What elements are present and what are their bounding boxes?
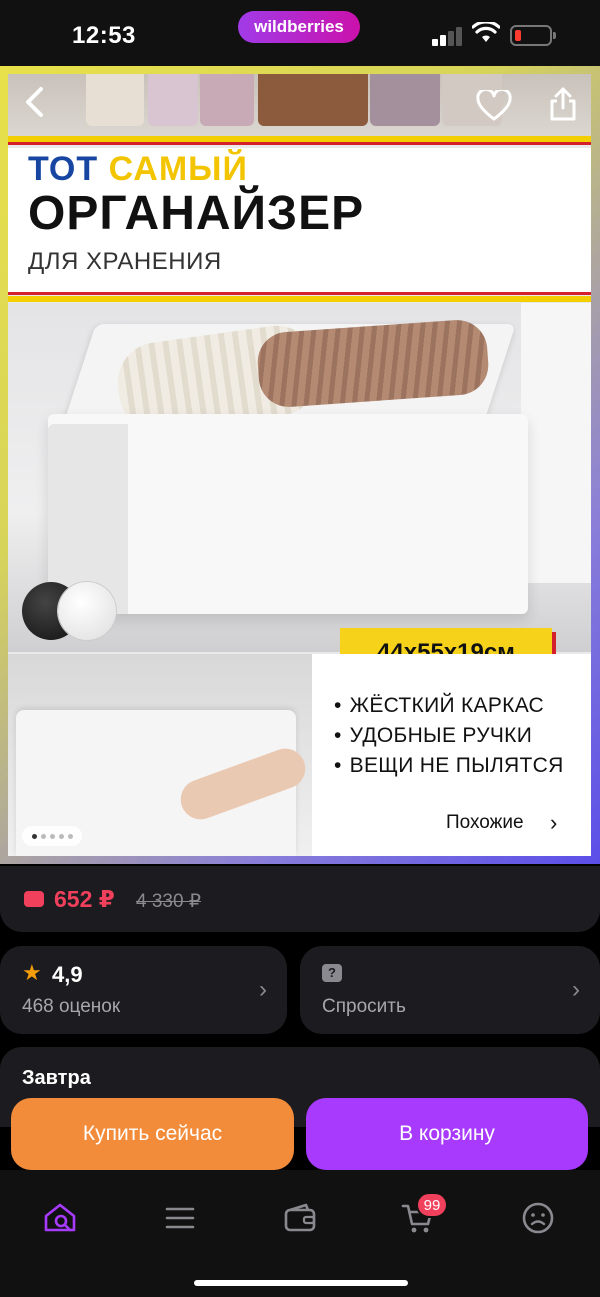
status-bar: 12:53 wildberries <box>0 0 600 66</box>
product-subtitle-text: ДЛЯ ХРАНЕНИЯ <box>28 248 222 275</box>
rating-value: 4,9 <box>52 962 83 987</box>
tab-bar: 99 <box>0 1170 600 1297</box>
back-button[interactable] <box>22 86 46 127</box>
rating-count: 468 оценок <box>22 996 121 1017</box>
chevron-right-icon: › <box>259 976 267 1003</box>
chevron-right-icon: › <box>550 810 558 835</box>
share-button[interactable] <box>548 86 578 127</box>
profile-icon <box>522 1202 554 1234</box>
star-icon: ★ <box>22 960 42 985</box>
ask-label: Спросить <box>322 996 406 1017</box>
knit-sweater-brown <box>255 318 491 409</box>
share-icon <box>550 87 576 121</box>
wifi-icon <box>472 22 500 42</box>
feature-item: ВЕЩИ НЕ ПЫЛЯТСЯ <box>334 754 564 778</box>
similar-link[interactable]: Похожие <box>446 812 524 834</box>
current-price: 652 ₽ <box>54 886 115 912</box>
catalog-icon <box>165 1207 195 1229</box>
chevron-left-icon <box>26 87 43 117</box>
product-title-text: ОРГАНАЙЗЕР <box>28 187 365 240</box>
feature-item: УДОБНЫЕ РУЧКИ <box>334 724 532 748</box>
question-bubble-icon: ? <box>322 964 342 982</box>
product-gallery[interactable]: ТОТ САМЫЙ ОРГАНАЙЗЕР ДЛЯ ХРАНЕНИЯ 44x55x… <box>0 66 600 864</box>
ask-question-card[interactable]: ? Спросить › <box>300 946 600 1034</box>
battery-icon <box>510 25 556 46</box>
headline: ТОТ САМЫЙ <box>28 150 248 188</box>
heart-icon <box>476 87 512 121</box>
old-price: 4 330 ₽ <box>136 891 201 912</box>
cellular-signal-icon <box>432 26 464 46</box>
wallet-icon <box>24 891 44 907</box>
tab-catalog[interactable] <box>162 1200 202 1240</box>
rating-card[interactable]: ★ 4,9 468 оценок › <box>0 946 287 1034</box>
delivery-date: Завтра <box>22 1067 91 1089</box>
home-search-icon <box>44 1203 76 1232</box>
buy-now-button[interactable]: Купить сейчас <box>11 1098 294 1170</box>
banner-stripe-bottom <box>8 296 591 302</box>
tab-wallet[interactable] <box>282 1200 322 1240</box>
brand-logo: wildberries <box>238 11 360 43</box>
product-photo[interactable]: ТОТ САМЫЙ ОРГАНАЙЗЕР ДЛЯ ХРАНЕНИЯ 44x55x… <box>8 74 591 856</box>
gallery-pager <box>22 826 82 846</box>
feature-item: ЖЁСТКИЙ КАРКАС <box>334 694 544 718</box>
chevron-right-icon: › <box>572 976 580 1003</box>
cart-count-badge: 99 <box>416 1192 448 1218</box>
price-row: 652 ₽ 4 330 ₽ <box>0 866 600 932</box>
tab-profile[interactable] <box>520 1200 560 1240</box>
color-swatch-white <box>58 582 116 640</box>
favorite-button[interactable] <box>476 87 512 127</box>
home-indicator <box>194 1280 408 1286</box>
status-time: 12:53 <box>72 22 136 49</box>
wallet-icon <box>284 1203 316 1232</box>
tab-home[interactable] <box>42 1200 82 1240</box>
add-to-cart-button[interactable]: В корзину <box>306 1098 588 1170</box>
